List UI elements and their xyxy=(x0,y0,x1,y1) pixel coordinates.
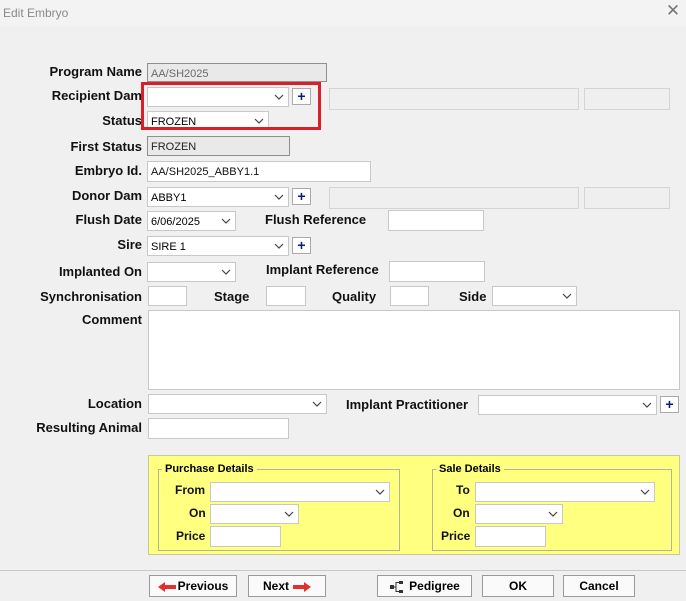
sale-details-title: Sale Details xyxy=(436,463,504,475)
sale-to-label: To xyxy=(456,483,470,497)
location-select[interactable] xyxy=(148,394,327,414)
purchase-on-picker[interactable] xyxy=(210,504,299,524)
chevron-down-icon xyxy=(375,489,385,495)
sale-price-label: Price xyxy=(441,529,471,543)
embryo-id-field[interactable]: AA/SH2025_ABBY1.1 xyxy=(147,161,371,182)
purchase-price-field[interactable] xyxy=(210,526,281,547)
comment-textarea[interactable] xyxy=(148,310,680,390)
flush-reference-label: Flush Reference xyxy=(265,212,367,227)
implant-practitioner-select[interactable] xyxy=(478,395,657,415)
next-button[interactable]: Next xyxy=(248,575,326,597)
chevron-down-icon xyxy=(562,293,572,299)
recipient-dam-info-field xyxy=(329,88,579,110)
status-label: Status xyxy=(102,113,142,128)
purchase-price-label: Price xyxy=(176,529,206,543)
program-name-label: Program Name xyxy=(49,64,142,79)
flush-reference-field[interactable] xyxy=(388,210,484,231)
side-label: Side xyxy=(459,289,487,304)
implant-reference-field[interactable] xyxy=(389,261,485,282)
ok-button[interactable]: OK xyxy=(482,575,554,597)
donor-dam-select[interactable]: ABBY1 xyxy=(147,187,289,207)
stage-field[interactable] xyxy=(266,286,306,306)
chevron-down-icon xyxy=(642,402,652,408)
chevron-down-icon xyxy=(284,511,294,517)
sale-on-label: On xyxy=(453,506,470,520)
recipient-dam-label: Recipient Dam xyxy=(51,88,142,103)
cancel-label: Cancel xyxy=(579,579,619,593)
resulting-animal-label: Resulting Animal xyxy=(36,420,142,435)
first-status-field: FROZEN xyxy=(147,136,290,156)
comment-label: Comment xyxy=(82,312,142,327)
chevron-down-icon xyxy=(274,243,284,249)
add-practitioner-button[interactable]: + xyxy=(660,396,679,413)
donor-dam-info-field xyxy=(329,187,579,209)
next-label: Next xyxy=(262,579,289,593)
right-arrow-icon xyxy=(293,581,311,592)
flush-date-label: Flush Date xyxy=(75,212,142,227)
program-name-field: AA/SH2025 xyxy=(147,63,327,82)
purchase-from-select[interactable] xyxy=(210,482,390,502)
pedigree-tree-icon xyxy=(390,580,404,593)
pedigree-button[interactable]: Pedigree xyxy=(377,575,472,597)
purchase-on-label: On xyxy=(189,506,206,520)
implant-practitioner-label: Implant Practitioner xyxy=(346,397,469,412)
highlight-rectangle xyxy=(141,82,321,130)
title-bar xyxy=(0,0,686,26)
left-arrow-icon xyxy=(157,581,176,592)
implanted-on-picker[interactable] xyxy=(147,262,236,282)
synchronisation-label: Synchronisation xyxy=(40,289,142,304)
flush-date-picker[interactable]: 6/06/2025 xyxy=(147,211,236,231)
purchase-details-title: Purchase Details xyxy=(162,463,257,475)
sire-label: Sire xyxy=(117,237,142,252)
previous-button[interactable]: Previous xyxy=(149,575,237,597)
resulting-animal-field[interactable] xyxy=(148,418,289,439)
chevron-down-icon xyxy=(548,511,558,517)
flush-date-value: 6/06/2025 xyxy=(151,216,200,228)
side-select[interactable] xyxy=(492,286,577,306)
donor-dam-value: ABBY1 xyxy=(151,192,187,204)
pedigree-label: Pedigree xyxy=(409,579,460,593)
chevron-down-icon xyxy=(274,194,284,200)
cancel-button[interactable]: Cancel xyxy=(563,575,635,597)
chevron-down-icon xyxy=(640,489,650,495)
chevron-down-icon xyxy=(312,401,322,407)
chevron-down-icon xyxy=(221,269,231,275)
recipient-dam-extra-field xyxy=(584,88,670,110)
quality-field[interactable] xyxy=(390,286,429,306)
add-sire-button[interactable]: + xyxy=(292,237,311,254)
implanted-on-label: Implanted On xyxy=(58,264,142,279)
window-title: Edit Embryo xyxy=(3,6,69,20)
sire-value: SIRE 1 xyxy=(151,241,186,253)
embryo-id-label: Embryo Id. xyxy=(74,163,142,178)
close-icon[interactable]: ✕ xyxy=(664,2,682,20)
ok-label: OK xyxy=(509,579,527,593)
chevron-down-icon xyxy=(221,218,231,224)
sire-select[interactable]: SIRE 1 xyxy=(147,236,289,256)
previous-label: Previous xyxy=(177,579,229,593)
sale-price-field[interactable] xyxy=(475,526,546,547)
location-label: Location xyxy=(87,396,142,411)
first-status-label: First Status xyxy=(70,139,142,154)
sale-on-picker[interactable] xyxy=(475,504,563,524)
donor-dam-label: Donor Dam xyxy=(71,188,142,203)
implant-reference-label: Implant Reference xyxy=(266,262,379,277)
quality-label: Quality xyxy=(332,289,377,304)
purchase-from-label: From xyxy=(175,483,205,497)
stage-label: Stage xyxy=(214,289,250,304)
add-donor-dam-button[interactable]: + xyxy=(292,188,311,205)
synchronisation-field[interactable] xyxy=(148,286,187,306)
donor-dam-extra-field xyxy=(584,187,670,209)
sale-to-select[interactable] xyxy=(475,482,655,502)
